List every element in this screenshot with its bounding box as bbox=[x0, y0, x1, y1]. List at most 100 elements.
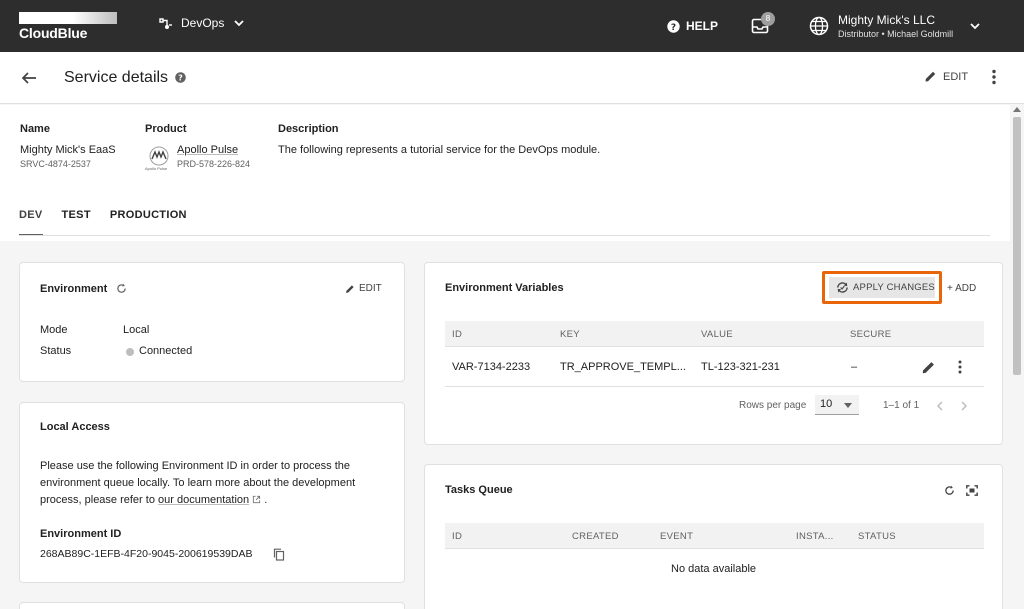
documentation-link[interactable]: our documentation bbox=[158, 494, 249, 506]
rows-per-page-value: 10 bbox=[820, 398, 833, 410]
help-label: HELP bbox=[686, 19, 719, 33]
col-instance[interactable]: INSTA... bbox=[796, 531, 834, 542]
scroll-thumb[interactable] bbox=[1013, 117, 1021, 375]
content-area[interactable]: Name Mighty Mick's EaaS SRVC-4874-2537 P… bbox=[0, 105, 1010, 609]
env-id-label: Environment ID bbox=[40, 528, 122, 540]
tasks-empty-message: No data available bbox=[671, 563, 757, 575]
header-edit-label: EDIT bbox=[943, 70, 969, 83]
back-arrow-icon[interactable] bbox=[20, 69, 38, 87]
name-value: Mighty Mick's EaaS bbox=[20, 144, 116, 156]
rows-per-page-label: Rows per page bbox=[739, 400, 807, 411]
environment-edit-button[interactable]: EDIT bbox=[345, 283, 382, 294]
env-tabs: DEV TEST PRODUCTION bbox=[19, 209, 206, 236]
pencil-icon[interactable] bbox=[921, 360, 936, 375]
col-id[interactable]: ID bbox=[452, 531, 462, 542]
col-status[interactable]: STATUS bbox=[858, 531, 896, 542]
tasks-table-header: ID CREATED EVENT INSTA... STATUS bbox=[445, 523, 984, 549]
table-row[interactable]: VAR-7134-2233 TR_APPROVE_TEMPL... TL-123… bbox=[445, 348, 984, 387]
account-switcher[interactable]: Mighty Mick's LLC Distributor • Michael … bbox=[809, 0, 982, 52]
fullscreen-icon[interactable] bbox=[966, 485, 978, 496]
chevron-down-icon bbox=[970, 23, 980, 30]
help-button[interactable]: ? HELP bbox=[667, 0, 718, 52]
scroll-up-arrow[interactable] bbox=[1013, 107, 1021, 112]
product-id: PRD-578-226-824 bbox=[177, 159, 251, 169]
page-scrollbar[interactable] bbox=[1010, 105, 1024, 609]
refresh-icon[interactable] bbox=[116, 283, 127, 294]
module-name: DevOps bbox=[181, 16, 225, 30]
col-value[interactable]: VALUE bbox=[701, 329, 733, 340]
sync-icon bbox=[837, 282, 848, 293]
top-bar: CloudBlue DevOps ? HELP 8 Mighty Mick's … bbox=[0, 0, 1024, 52]
external-link-icon[interactable] bbox=[252, 495, 261, 504]
tasks-queue-title: Tasks Queue bbox=[445, 484, 513, 496]
product-logo: Apollo Pulse bbox=[145, 145, 172, 171]
local-access-text-2: environment queue locally. To learn more… bbox=[40, 477, 356, 489]
local-access-text-1: Please use the following Environment ID … bbox=[40, 460, 350, 472]
account-text: Mighty Mick's LLC Distributor • Michael … bbox=[838, 13, 953, 39]
header-edit-button[interactable]: EDIT bbox=[924, 70, 968, 83]
inbox-badge: 8 bbox=[761, 12, 775, 26]
more-vert-icon[interactable] bbox=[988, 68, 1000, 86]
help-icon: ? bbox=[667, 19, 680, 33]
local-access-text-3: process, please refer to bbox=[40, 494, 155, 506]
local-access-text-3-line: process, please refer to our documentati… bbox=[40, 494, 267, 506]
details-section: Name Mighty Mick's EaaS SRVC-4874-2537 P… bbox=[0, 105, 1010, 241]
logo-text: CloudBlue bbox=[19, 25, 88, 41]
description-value: The following represents a tutorial serv… bbox=[278, 144, 601, 156]
local-access-text-end: . bbox=[264, 494, 268, 506]
name-id: SRVC-4874-2537 bbox=[20, 159, 91, 169]
var-key: TR_APPROVE_TEMPL... bbox=[560, 361, 686, 373]
mode-value: Local bbox=[123, 324, 150, 336]
env-vars-table-header: ID KEY VALUE SECURE bbox=[445, 321, 984, 347]
product-logo-caption: Apollo Pulse bbox=[145, 166, 168, 171]
apply-changes-button[interactable]: APPLY CHANGES bbox=[829, 277, 935, 298]
col-event[interactable]: EVENT bbox=[660, 531, 693, 542]
env-vars-title: Environment Variables bbox=[445, 282, 564, 294]
product-label: Product bbox=[145, 123, 187, 135]
more-vert-icon[interactable] bbox=[955, 359, 965, 375]
status-dot bbox=[126, 348, 134, 356]
caret-down-icon bbox=[844, 403, 852, 408]
env-id-value: 268AB89C-1EFB-4F20-9045-200619539DAB bbox=[40, 548, 253, 560]
col-created[interactable]: CREATED bbox=[572, 531, 619, 542]
pencil-icon bbox=[346, 284, 354, 293]
tab-production[interactable]: PRODUCTION bbox=[110, 209, 187, 236]
inbox-button[interactable]: 8 bbox=[750, 0, 780, 52]
environment-card: Environment EDIT Mode Local Status Conne… bbox=[19, 262, 405, 382]
apply-changes-label: APPLY CHANGES bbox=[853, 282, 935, 293]
environment-edit-label: EDIT bbox=[359, 283, 382, 294]
page-header: Service details ? EDIT bbox=[0, 52, 1024, 104]
svg-text:?: ? bbox=[178, 74, 183, 83]
copy-icon[interactable] bbox=[273, 548, 285, 561]
product-link[interactable]: Apollo Pulse bbox=[177, 144, 238, 156]
col-secure[interactable]: SECURE bbox=[850, 329, 891, 340]
var-secure: – bbox=[851, 361, 858, 373]
rows-per-page-select[interactable]: 10 bbox=[815, 395, 859, 415]
chevron-right-icon[interactable] bbox=[960, 401, 968, 411]
module-switcher[interactable]: DevOps bbox=[157, 16, 246, 30]
page-title: Service details bbox=[64, 69, 169, 86]
additional-card bbox=[19, 602, 405, 609]
tab-dev[interactable]: DEV bbox=[19, 209, 43, 236]
tasks-queue-card: Tasks Queue ID CREATED EVENT INSTA... ST… bbox=[424, 464, 1003, 609]
col-key[interactable]: KEY bbox=[560, 329, 580, 340]
pencil-icon bbox=[925, 71, 936, 82]
local-access-card: Local Access Please use the following En… bbox=[19, 402, 405, 583]
account-subtitle: Distributor • Michael Goldmill bbox=[838, 29, 954, 39]
help-circle-icon[interactable]: ? bbox=[175, 72, 186, 83]
account-name: Mighty Mick's LLC bbox=[838, 13, 935, 27]
description-label: Description bbox=[278, 123, 339, 135]
var-id: VAR-7134-2233 bbox=[452, 361, 531, 373]
status-label: Status bbox=[40, 345, 72, 357]
tabs-divider bbox=[19, 235, 990, 236]
refresh-icon[interactable] bbox=[944, 485, 955, 496]
tab-test[interactable]: TEST bbox=[62, 209, 91, 236]
col-id[interactable]: ID bbox=[452, 329, 462, 340]
globe-icon bbox=[809, 16, 829, 36]
var-value: TL-123-321-231 bbox=[701, 361, 780, 373]
add-variable-button[interactable]: + ADD bbox=[947, 283, 976, 294]
cloudblue-logo[interactable]: CloudBlue bbox=[19, 12, 117, 41]
local-access-title: Local Access bbox=[40, 421, 110, 433]
chevron-left-icon[interactable] bbox=[936, 401, 944, 411]
pagination-range: 1–1 of 1 bbox=[883, 400, 920, 411]
